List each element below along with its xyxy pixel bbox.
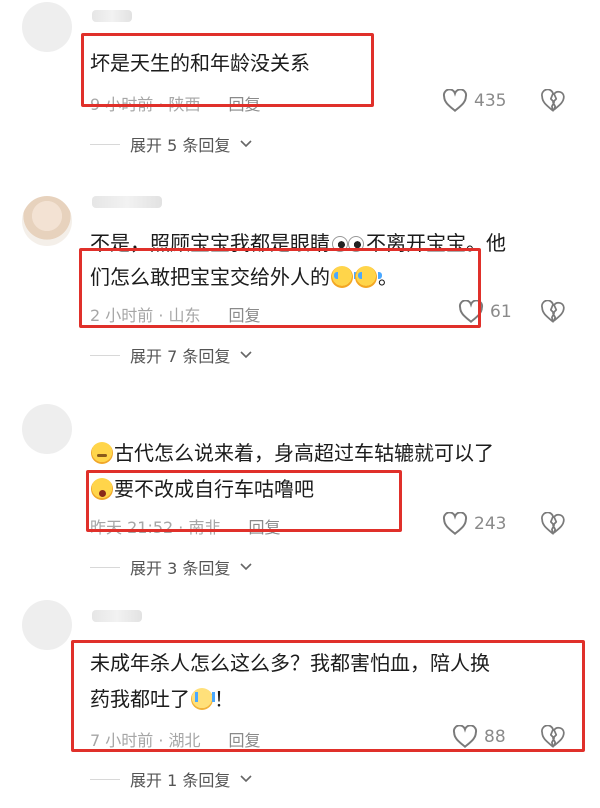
dislike-button[interactable] xyxy=(540,89,566,113)
expand-replies[interactable]: 展开 3 条回复 xyxy=(90,555,252,579)
highlight-box xyxy=(86,470,402,532)
avatar[interactable] xyxy=(22,404,72,454)
divider-line xyxy=(90,778,120,780)
heart-outline-icon xyxy=(442,89,468,113)
username-blurred[interactable] xyxy=(92,196,162,208)
highlight-box xyxy=(71,640,585,752)
highlight-box xyxy=(81,33,374,107)
divider-line xyxy=(90,566,120,568)
like-button[interactable]: 435 xyxy=(442,89,506,113)
expand-replies[interactable]: 展开 5 条回复 xyxy=(90,132,252,156)
dislike-button[interactable] xyxy=(540,300,566,324)
thinking-emoji xyxy=(91,442,113,464)
broken-heart-icon xyxy=(541,89,565,112)
avatar[interactable] xyxy=(22,2,72,52)
chevron-down-icon xyxy=(240,775,252,783)
like-count: 243 xyxy=(474,514,507,534)
highlight-box xyxy=(79,248,481,328)
username-blurred[interactable] xyxy=(92,610,142,622)
expand-label: 展开 5 条回复 xyxy=(130,136,231,155)
divider-line xyxy=(90,143,120,145)
expand-replies[interactable]: 展开 7 条回复 xyxy=(90,343,252,367)
username-blurred[interactable] xyxy=(92,10,132,22)
expand-label: 展开 7 条回复 xyxy=(130,347,231,366)
chevron-down-icon xyxy=(240,140,252,148)
like-button[interactable]: 243 xyxy=(442,512,506,536)
chevron-down-icon xyxy=(240,351,252,359)
heart-outline-icon xyxy=(442,512,468,536)
avatar[interactable] xyxy=(22,600,72,650)
chevron-down-icon xyxy=(240,563,252,571)
avatar[interactable] xyxy=(22,196,72,246)
like-count: 61 xyxy=(490,302,512,322)
divider-line xyxy=(90,354,120,356)
comment-text-line: 古代怎么说来着，身高超过车轱辘就可以了 xyxy=(114,441,494,465)
broken-heart-icon xyxy=(541,300,565,323)
expand-label: 展开 1 条回复 xyxy=(130,771,231,790)
expand-label: 展开 3 条回复 xyxy=(130,559,231,578)
like-count: 435 xyxy=(474,91,507,111)
dislike-button[interactable] xyxy=(540,512,566,536)
comment-text: 古代怎么说来着，身高超过车轱辘就可以了 xyxy=(90,436,494,470)
expand-replies[interactable]: 展开 1 条回复 xyxy=(90,767,252,791)
broken-heart-icon xyxy=(541,512,565,535)
